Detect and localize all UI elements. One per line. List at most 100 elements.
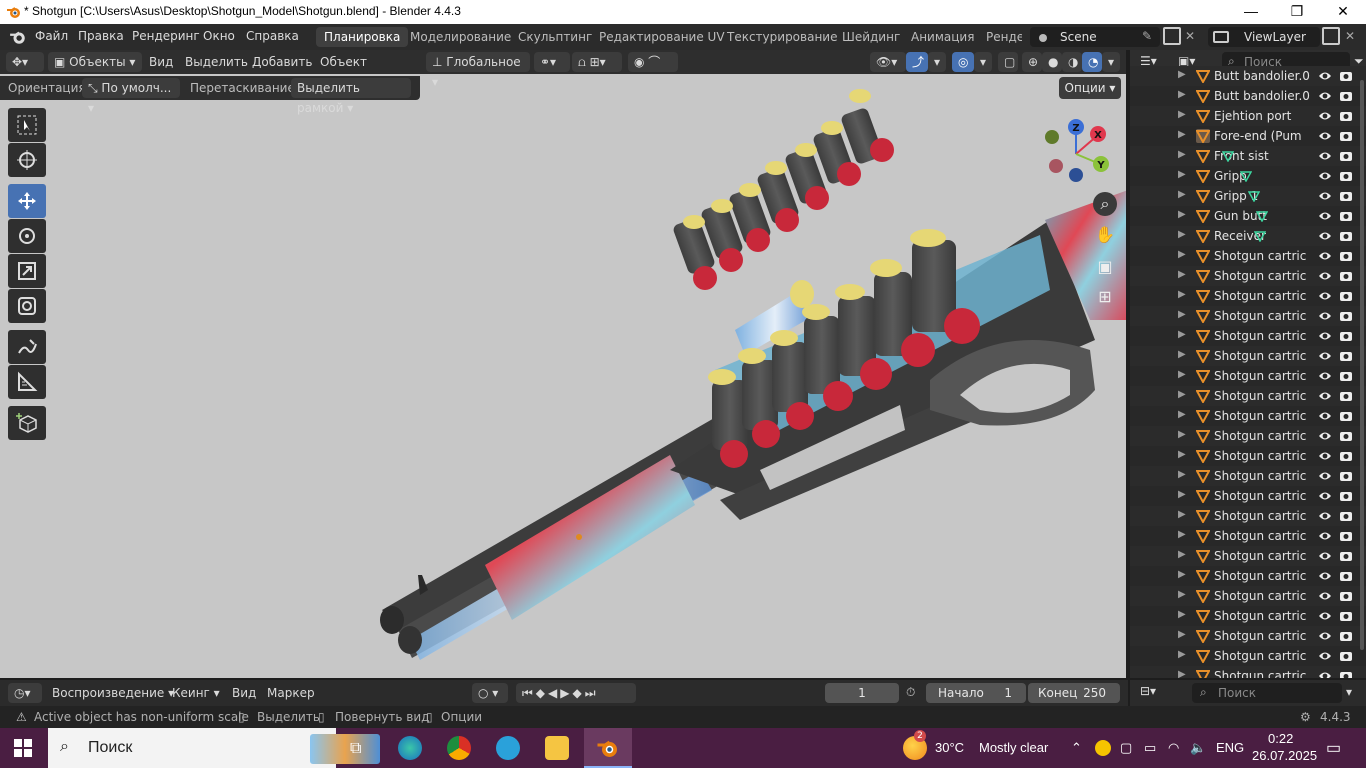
visibility-eye-icon[interactable] (1318, 90, 1332, 102)
outliner-row[interactable]: ▶ Shotgun cartric (1130, 626, 1366, 646)
tray-chevron-icon[interactable]: ⌃ (1071, 740, 1082, 756)
render-camera-icon[interactable] (1339, 89, 1353, 103)
visibility-eye-icon[interactable] (1318, 670, 1332, 678)
expand-arrow-icon[interactable]: ▶ (1178, 589, 1186, 600)
expand-arrow-icon[interactable]: ▶ (1178, 249, 1186, 260)
navigation-gizmo[interactable]: Z X Y (1040, 118, 1114, 190)
windows-start-icon[interactable] (14, 739, 32, 757)
expand-arrow-icon[interactable]: ▶ (1178, 69, 1186, 80)
render-camera-icon[interactable] (1339, 469, 1353, 483)
pan-hand-icon[interactable]: ✋ (1093, 222, 1117, 246)
delete-scene-icon[interactable]: ✕ (1185, 29, 1195, 43)
render-camera-icon[interactable] (1339, 569, 1353, 583)
gizmo-neg-y[interactable] (1045, 130, 1059, 144)
visibility-eye-icon[interactable] (1318, 110, 1332, 122)
notification-icon[interactable]: ▭ (1326, 738, 1341, 758)
outliner-row[interactable]: ▶ Ejehtion port (1130, 106, 1366, 126)
visibility-eye-icon[interactable] (1318, 410, 1332, 422)
rotate-tool[interactable] (8, 219, 46, 253)
render-camera-icon[interactable] (1339, 669, 1353, 678)
outliner-row[interactable]: ▶ Shotgun cartric (1130, 486, 1366, 506)
properties-editor-icon[interactable]: ⊟▾ (1140, 684, 1156, 698)
visibility-eye-icon[interactable] (1318, 570, 1332, 582)
snap-icon[interactable]: ⩍ ⊞▾ (572, 52, 622, 72)
render-camera-icon[interactable] (1339, 389, 1353, 403)
visibility-eye-icon[interactable] (1318, 310, 1332, 322)
outliner-row[interactable]: ▶ Fore-end (Pum (1130, 126, 1366, 146)
material-shading-icon[interactable]: ◑ (1062, 52, 1082, 72)
render-camera-icon[interactable] (1339, 189, 1353, 203)
auto-keying-icon[interactable]: ○ ▾ (472, 683, 508, 703)
render-camera-icon[interactable] (1339, 589, 1353, 603)
zoom-icon[interactable]: ⌕ (1093, 192, 1117, 216)
expand-arrow-icon[interactable]: ▶ (1178, 209, 1186, 220)
visibility-eye-icon[interactable] (1318, 430, 1332, 442)
transform-tool[interactable] (8, 289, 46, 323)
file-explorer-icon[interactable] (545, 736, 569, 760)
expand-arrow-icon[interactable]: ▶ (1178, 649, 1186, 660)
visibility-eye-icon[interactable] (1318, 390, 1332, 402)
visibility-eye-icon[interactable] (1318, 130, 1332, 142)
expand-arrow-icon[interactable]: ▶ (1178, 129, 1186, 140)
outliner-row[interactable]: ▶ Receiver (1130, 226, 1366, 246)
gizmo-toggle-icon[interactable]: ⤴ (906, 52, 928, 72)
outliner-scrollbar[interactable] (1360, 80, 1364, 650)
edge-icon[interactable] (398, 736, 422, 760)
visibility-eye-icon[interactable] (1318, 530, 1332, 542)
visibility-eye-icon[interactable] (1318, 650, 1332, 662)
visibility-eye-icon[interactable] (1318, 70, 1332, 82)
new-viewlayer-icon[interactable] (1322, 27, 1340, 45)
visibility-eye-icon[interactable] (1318, 170, 1332, 182)
outliner-row[interactable]: ▶ Gun butt (1130, 206, 1366, 226)
tray-battery-icon[interactable]: ▭ (1144, 740, 1156, 756)
render-camera-icon[interactable] (1339, 509, 1353, 523)
render-camera-icon[interactable] (1339, 249, 1353, 263)
visibility-eye-icon[interactable] (1318, 150, 1332, 162)
visibility-eye-icon[interactable] (1318, 330, 1332, 342)
drag-dropdown[interactable]: Выделить рамкой ▾ (291, 78, 411, 115)
expand-arrow-icon[interactable]: ▶ (1178, 369, 1186, 380)
properties-search-input[interactable]: Поиск (1192, 683, 1342, 703)
outliner-row[interactable]: ▶ Shotgun cartric (1130, 526, 1366, 546)
outliner-row[interactable]: ▶ Shotgun cartric (1130, 326, 1366, 346)
tab-sculpting[interactable]: Скульптинг (510, 27, 600, 47)
visibility-eye-icon[interactable] (1318, 370, 1332, 382)
render-camera-icon[interactable] (1339, 309, 1353, 323)
visibility-eye-icon[interactable] (1318, 190, 1332, 202)
render-camera-icon[interactable] (1339, 489, 1353, 503)
menu-file[interactable]: Файл (35, 29, 68, 43)
overlay-toggle-icon[interactable]: ◎ (952, 52, 974, 72)
tab-rendering[interactable]: Ренде (978, 27, 1022, 47)
clock-date[interactable]: 26.07.2025 (1252, 748, 1317, 763)
visibility-eye-icon[interactable] (1318, 470, 1332, 482)
select-box-tool[interactable] (8, 108, 46, 142)
orientation-dropdown[interactable]: ⤡ По умолч... ▾ (82, 78, 180, 115)
menu-edit[interactable]: Правка (78, 29, 124, 43)
editor-type-button[interactable]: ✥▾ (6, 52, 44, 72)
expand-arrow-icon[interactable]: ▶ (1178, 449, 1186, 460)
outliner-row[interactable]: ▶ Shotgun cartric (1130, 606, 1366, 626)
visibility-eye-icon[interactable] (1318, 250, 1332, 262)
mesh-data-icon[interactable] (1222, 150, 1234, 162)
expand-arrow-icon[interactable]: ▶ (1178, 269, 1186, 280)
move-tool[interactable] (8, 184, 46, 218)
volume-icon[interactable]: 🔈 (1190, 740, 1206, 756)
new-scene-icon[interactable] (1163, 27, 1181, 45)
render-camera-icon[interactable] (1339, 149, 1353, 163)
expand-arrow-icon[interactable]: ▶ (1178, 189, 1186, 200)
weather-desc[interactable]: Mostly clear (979, 740, 1048, 755)
playback-controls[interactable]: ⏮◆◀▶◆⏭ (516, 683, 636, 703)
mesh-data-icon[interactable] (1248, 190, 1260, 202)
mesh-data-icon[interactable] (1254, 230, 1266, 242)
mesh-data-icon[interactable] (1256, 210, 1268, 222)
expand-arrow-icon[interactable]: ▶ (1178, 89, 1186, 100)
annotate-tool[interactable] (8, 330, 46, 364)
add-cube-tool[interactable] (8, 406, 46, 440)
tray-app-icon[interactable] (1095, 740, 1111, 756)
render-camera-icon[interactable] (1339, 169, 1353, 183)
viewport-menu-select[interactable]: Выделить (179, 52, 254, 72)
tab-layout[interactable]: Планировка (316, 27, 409, 47)
language-indicator[interactable]: ENG (1216, 740, 1244, 755)
expand-arrow-icon[interactable]: ▶ (1178, 489, 1186, 500)
telegram-icon[interactable] (496, 736, 520, 760)
